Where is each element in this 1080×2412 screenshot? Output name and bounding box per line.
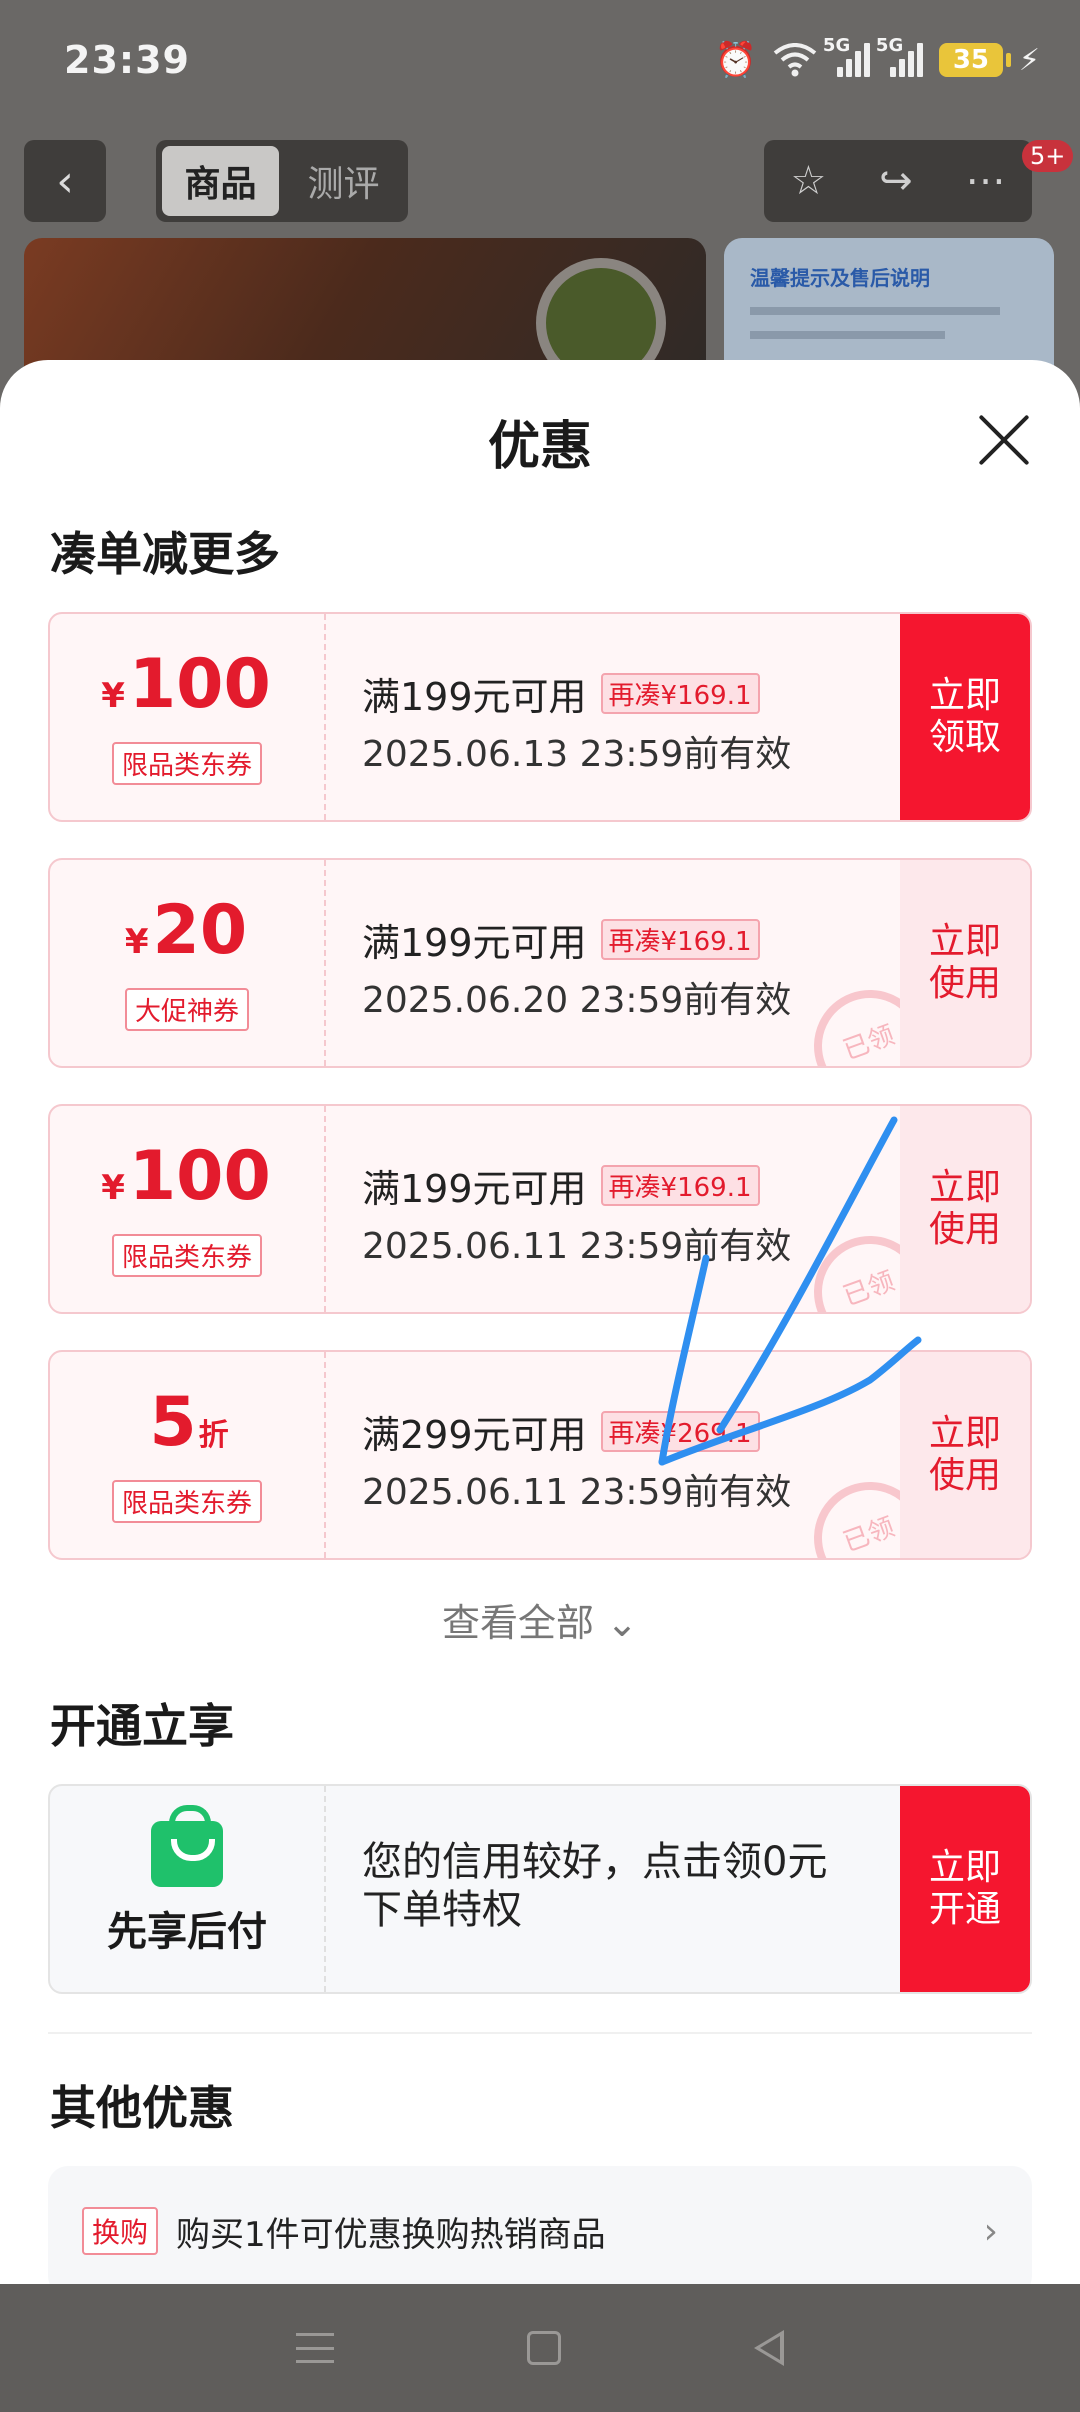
pay-later-description: 您的信用较好，点击领0元下单特权 bbox=[362, 1839, 828, 1933]
charging-icon: ⚡ bbox=[1018, 42, 1040, 78]
coupon-extra-needed: 再凑¥169.1 bbox=[600, 919, 760, 960]
share-icon[interactable]: ↪ bbox=[879, 158, 913, 204]
chevron-right-icon: › bbox=[983, 2210, 998, 2252]
coupon-value: ¥100 限品类东券 bbox=[50, 614, 326, 820]
coupon-validity: 2025.06.11 23:59前有效 bbox=[362, 1226, 792, 1267]
background-page: 23:39 ⏰ 5G 5G 35 ⚡ ‹ 商品 测评 ☆ ↪ ⋯ 5+ 温馨提示… bbox=[0, 0, 1080, 438]
coupon-amount: 20 bbox=[152, 891, 248, 970]
claim-coupon-button[interactable]: 立即 领取 bbox=[900, 614, 1030, 820]
coupon-type-tag: 大促神券 bbox=[124, 988, 249, 1031]
coupon-validity: 2025.06.20 23:59前有效 bbox=[362, 980, 792, 1021]
status-icons: ⏰ 5G 5G 35 ⚡ bbox=[714, 35, 1040, 84]
claim-button-label: 立即 领取 bbox=[928, 675, 1001, 758]
coupon-type-tag: 限品类东券 bbox=[111, 1234, 262, 1277]
home-icon[interactable] bbox=[526, 2331, 561, 2365]
use-button-label: 立即 使用 bbox=[928, 1167, 1001, 1250]
coupon-condition: 满299元可用 bbox=[362, 1413, 587, 1457]
coupon-card: ¥100 限品类东券 满199元可用 再凑¥169.1 2025.06.13 23… bbox=[48, 612, 1032, 822]
battery-icon: 35 bbox=[938, 43, 1011, 77]
divider bbox=[48, 2032, 1032, 2034]
trade-in-offer-row[interactable]: 换购 购买1件可优惠换购热销商品 › bbox=[48, 2166, 1032, 2284]
coupon-unit: 折 bbox=[198, 1418, 229, 1453]
signal-icon: 5G bbox=[823, 35, 870, 77]
coupon-amount: 100 bbox=[128, 645, 271, 724]
alarm-icon: ⏰ bbox=[714, 40, 757, 80]
status-time: 23:39 bbox=[64, 38, 190, 82]
activate-button-label: 立即 开通 bbox=[928, 1847, 1001, 1930]
pay-later-brand: 先享后付 bbox=[50, 1786, 326, 1992]
coupon-amount: 100 bbox=[128, 1137, 271, 1216]
tab-switcher: 商品 测评 bbox=[156, 140, 408, 222]
status-bar: 23:39 ⏰ 5G 5G 35 ⚡ bbox=[0, 0, 1080, 120]
wifi-icon bbox=[773, 43, 817, 77]
coupon-validity: 2025.06.13 23:59前有效 bbox=[362, 734, 792, 775]
tab-review[interactable]: 测评 bbox=[285, 146, 402, 216]
coupon-value: ¥100 限品类东券 bbox=[50, 1106, 326, 1312]
star-icon[interactable]: ☆ bbox=[790, 158, 826, 204]
coupon-condition: 满199元可用 bbox=[362, 921, 587, 965]
view-all-link[interactable]: 查看全部 ⌄ bbox=[0, 1592, 1080, 1647]
coupon-card: ¥100 限品类东券 满199元可用 再凑¥169.1 2025.06.11 23… bbox=[48, 1104, 1032, 1314]
chevron-left-icon: ‹ bbox=[56, 155, 74, 207]
menu-icon[interactable] bbox=[296, 2333, 335, 2363]
banner-title: 温馨提示及售后说明 bbox=[750, 266, 930, 290]
use-coupon-button[interactable]: 立即 使用 bbox=[900, 1352, 1030, 1558]
currency-symbol: ¥ bbox=[124, 922, 149, 962]
use-coupon-button[interactable]: 立即 使用 bbox=[900, 860, 1030, 1066]
system-nav-bar bbox=[0, 2284, 1080, 2412]
use-button-label: 立即 使用 bbox=[928, 921, 1001, 1004]
notification-badge: 5+ bbox=[1022, 140, 1074, 172]
coupon-condition: 满199元可用 bbox=[362, 675, 587, 719]
coupon-card: ¥20 大促神券 满199元可用 再凑¥169.1 2025.06.20 23:5… bbox=[48, 858, 1032, 1068]
discount-sheet: 优惠 凑单减更多 ¥100 限品类东券 满199元可用 再凑¥169.1 2025… bbox=[0, 360, 1080, 2284]
shopping-bag-icon bbox=[151, 1805, 223, 1887]
toolbar: ☆ ↪ ⋯ bbox=[764, 140, 1032, 222]
activate-button[interactable]: 立即 开通 bbox=[900, 1786, 1030, 1992]
more-icon[interactable]: ⋯ bbox=[966, 158, 1006, 204]
pay-later-label: 先享后付 bbox=[107, 1909, 267, 1955]
coupon-condition: 满199元可用 bbox=[362, 1167, 587, 1211]
pay-later-card: 先享后付 您的信用较好，点击领0元下单特权 立即 开通 bbox=[48, 1784, 1032, 1994]
coupon-type-tag: 限品类东券 bbox=[111, 742, 262, 785]
use-button-label: 立即 使用 bbox=[928, 1413, 1001, 1496]
coupon-type-tag: 限品类东券 bbox=[111, 1480, 262, 1523]
close-icon[interactable] bbox=[974, 410, 1034, 470]
section-heading-open: 开通立享 bbox=[50, 1699, 234, 1753]
trade-in-tag: 换购 bbox=[82, 2207, 159, 2255]
tab-product[interactable]: 商品 bbox=[162, 146, 279, 216]
coupon-amount: 5 bbox=[149, 1383, 197, 1462]
coupon-card: 5折 限品类东券 满299元可用 再凑¥269.1 2025.06.11 23:5… bbox=[48, 1350, 1032, 1560]
coupon-extra-needed: 再凑¥269.1 bbox=[600, 1411, 760, 1452]
currency-symbol: ¥ bbox=[101, 676, 125, 716]
currency-symbol: ¥ bbox=[101, 1168, 125, 1208]
coupon-extra-needed: 再凑¥169.1 bbox=[600, 673, 760, 714]
section-heading-coupons: 凑单减更多 bbox=[50, 527, 280, 581]
back-icon[interactable] bbox=[753, 2330, 784, 2366]
back-button[interactable]: ‹ bbox=[24, 140, 106, 222]
trade-in-text: 购买1件可优惠换购热销商品 bbox=[176, 2214, 606, 2255]
coupon-value: 5折 限品类东券 bbox=[50, 1352, 326, 1558]
coupon-value: ¥20 大促神券 bbox=[50, 860, 326, 1066]
signal-icon: 5G bbox=[876, 35, 923, 77]
coupon-validity: 2025.06.11 23:59前有效 bbox=[362, 1472, 792, 1513]
section-heading-other: 其他优惠 bbox=[50, 2081, 234, 2135]
use-coupon-button[interactable]: 立即 使用 bbox=[900, 1106, 1030, 1312]
sheet-title: 优惠 bbox=[487, 417, 592, 477]
coupon-extra-needed: 再凑¥169.1 bbox=[600, 1165, 760, 1206]
